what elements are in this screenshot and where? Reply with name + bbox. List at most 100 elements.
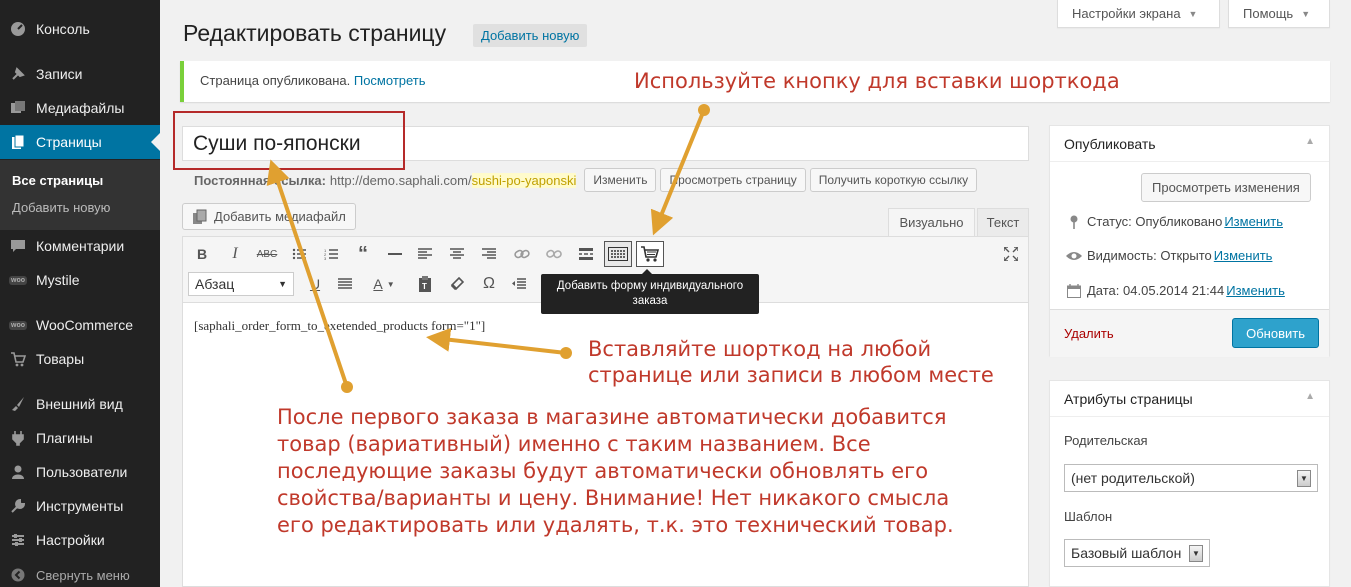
text-color-icon[interactable]: A ▼ <box>366 273 402 295</box>
strikethrough-icon[interactable]: ABC <box>256 243 278 265</box>
sidebar-item-posts[interactable]: Записи <box>0 57 160 91</box>
sidebar-item-media[interactable]: Медиафайлы <box>0 91 160 125</box>
screen-options-tab[interactable]: Настройки экрана ▼ <box>1057 0 1220 28</box>
underline-icon[interactable]: U <box>304 273 326 295</box>
eye-icon <box>1064 251 1084 261</box>
align-right-icon[interactable] <box>478 243 500 265</box>
sidebar-item-dashboard[interactable]: Консоль <box>0 12 160 46</box>
shortcode-hint-line2: странице или записи в любом месте <box>588 363 994 387</box>
brush-icon <box>0 396 36 412</box>
users-icon <box>0 464 36 480</box>
clear-formatting-icon[interactable] <box>446 273 468 295</box>
admin-sidebar: Консоль Записи Медиафайлы Страницы Все с… <box>0 0 160 587</box>
page-attributes-title[interactable]: Атрибуты страницы ▲ <box>1050 381 1329 417</box>
italic-icon[interactable]: I <box>224 243 246 265</box>
sidebar-item-label: Внешний вид <box>36 396 123 412</box>
publish-box-title[interactable]: Опубликовать ▲ <box>1050 126 1329 162</box>
delete-link[interactable]: Удалить <box>1064 326 1114 341</box>
sidebar-item-users[interactable]: Пользователи <box>0 455 160 489</box>
sidebar-item-label: Страницы <box>36 134 102 150</box>
edit-date-link[interactable]: Изменить <box>1226 283 1285 298</box>
add-new-button[interactable]: Добавить новую <box>473 24 588 47</box>
comments-icon <box>0 238 36 254</box>
editor-content[interactable]: [saphali_order_form_to_exetended_product… <box>194 318 485 334</box>
publish-box: Опубликовать ▲ Просмотреть изменения Стат… <box>1049 125 1330 357</box>
get-shortlink-button[interactable]: Получить короткую ссылку <box>809 168 978 192</box>
justify-icon[interactable] <box>334 273 356 295</box>
sidebar-item-tools[interactable]: Инструменты <box>0 489 160 523</box>
woo-icon: woo <box>9 320 27 330</box>
pin-icon <box>0 66 36 82</box>
permalink-slug[interactable]: sushi-po-yaponski <box>471 172 577 188</box>
title-hint-line4: свойства/варианты и цену. Внимание! Нет … <box>277 486 950 510</box>
format-select[interactable]: Абзац ▼ <box>188 272 294 296</box>
shortcode-hint-line1: Вставляйте шорткод на любой <box>588 337 932 361</box>
help-tab[interactable]: Помощь ▼ <box>1228 0 1330 28</box>
view-link[interactable]: Посмотреть <box>354 73 426 88</box>
outdent-icon[interactable] <box>508 273 530 295</box>
title-hint-line1: После первого заказа в магазине автомати… <box>277 405 947 429</box>
update-button[interactable]: Обновить <box>1232 318 1319 348</box>
parent-label: Родительская <box>1064 433 1148 448</box>
caret-down-icon: ▼ <box>1301 8 1311 19</box>
submenu-add-new[interactable]: Добавить новую <box>12 200 110 215</box>
collapse-menu[interactable]: Свернуть меню <box>0 558 160 587</box>
edit-status-link[interactable]: Изменить <box>1224 214 1283 229</box>
template-select[interactable]: Базовый шаблон ▼ <box>1064 539 1210 567</box>
toggle-arrow-icon[interactable]: ▲ <box>1305 136 1315 151</box>
status-row: Статус: Опубликовано Изменить <box>1064 214 1283 229</box>
title-hint-line5: его редактировать или удалять, т.к. это … <box>277 513 954 537</box>
sidebar-item-label: Консоль <box>36 21 90 37</box>
sidebar-item-settings[interactable]: Настройки <box>0 523 160 557</box>
edit-visibility-link[interactable]: Изменить <box>1214 248 1273 263</box>
sidebar-item-mystile[interactable]: woo Mystile <box>0 263 160 297</box>
parent-select[interactable]: (нет родительской) ▼ <box>1064 464 1318 492</box>
view-page-button[interactable]: Просмотреть страницу <box>660 168 806 192</box>
sidebar-item-label: Настройки <box>36 532 105 548</box>
bold-icon[interactable]: B <box>191 243 213 265</box>
toolbar-toggle-icon[interactable] <box>604 241 632 267</box>
numbered-list-icon[interactable]: 123 <box>320 243 342 265</box>
paste-as-text-icon[interactable]: T <box>414 273 436 295</box>
media-icon <box>0 100 36 116</box>
sidebar-item-label: Записи <box>36 66 83 82</box>
unlink-icon[interactable] <box>543 243 565 265</box>
sidebar-item-woocommerce[interactable]: woo WooCommerce <box>0 308 160 342</box>
sidebar-item-label: Mystile <box>36 272 80 288</box>
read-more-icon[interactable] <box>575 243 597 265</box>
special-character-icon[interactable]: Ω <box>478 273 500 295</box>
sidebar-item-appearance[interactable]: Внешний вид <box>0 387 160 421</box>
sidebar-item-plugins[interactable]: Плагины <box>0 421 160 455</box>
blockquote-icon[interactable]: “ <box>352 243 374 265</box>
calendar-icon <box>1064 283 1084 298</box>
sidebar-item-comments[interactable]: Комментарии <box>0 229 160 263</box>
sidebar-item-label: Пользователи <box>36 464 128 480</box>
fullscreen-icon[interactable] <box>1000 243 1022 265</box>
svg-text:T: T <box>422 282 427 291</box>
toggle-arrow-icon[interactable]: ▲ <box>1305 391 1315 406</box>
dashboard-icon <box>0 21 36 37</box>
bullet-list-icon[interactable] <box>288 243 310 265</box>
caret-down-icon: ▼ <box>278 279 287 289</box>
tab-text[interactable]: Текст <box>977 208 1029 236</box>
permalink-base: http://demo.saphali.com/ <box>329 172 472 188</box>
tab-visual[interactable]: Визуально <box>888 208 975 236</box>
add-media-button[interactable]: Добавить медиафайл <box>182 203 356 230</box>
page-attributes-box: Атрибуты страницы ▲ Родительская (нет род… <box>1049 380 1330 587</box>
align-left-icon[interactable] <box>414 243 436 265</box>
align-center-icon[interactable] <box>446 243 468 265</box>
edit-permalink-button[interactable]: Изменить <box>584 168 657 192</box>
submenu-all-pages[interactable]: Все страницы <box>12 173 103 188</box>
permalink-row: Постоянная ссылка: http://demo.saphali.c… <box>194 168 978 192</box>
sidebar-item-label: WooCommerce <box>36 317 133 333</box>
template-label: Шаблон <box>1064 509 1113 524</box>
horizontal-line-icon[interactable] <box>384 243 406 265</box>
sidebar-item-pages[interactable]: Страницы <box>0 125 160 159</box>
preview-changes-button[interactable]: Просмотреть изменения <box>1141 173 1311 202</box>
link-icon[interactable] <box>511 243 533 265</box>
chevron-down-icon: ▼ <box>1297 469 1311 487</box>
sidebar-item-label: Инструменты <box>36 498 124 514</box>
sidebar-item-products[interactable]: Товары <box>0 342 160 376</box>
date-row: Дата: 04.05.2014 21:44 Изменить <box>1064 283 1285 298</box>
sidebar-item-label: Медиафайлы <box>36 100 125 116</box>
